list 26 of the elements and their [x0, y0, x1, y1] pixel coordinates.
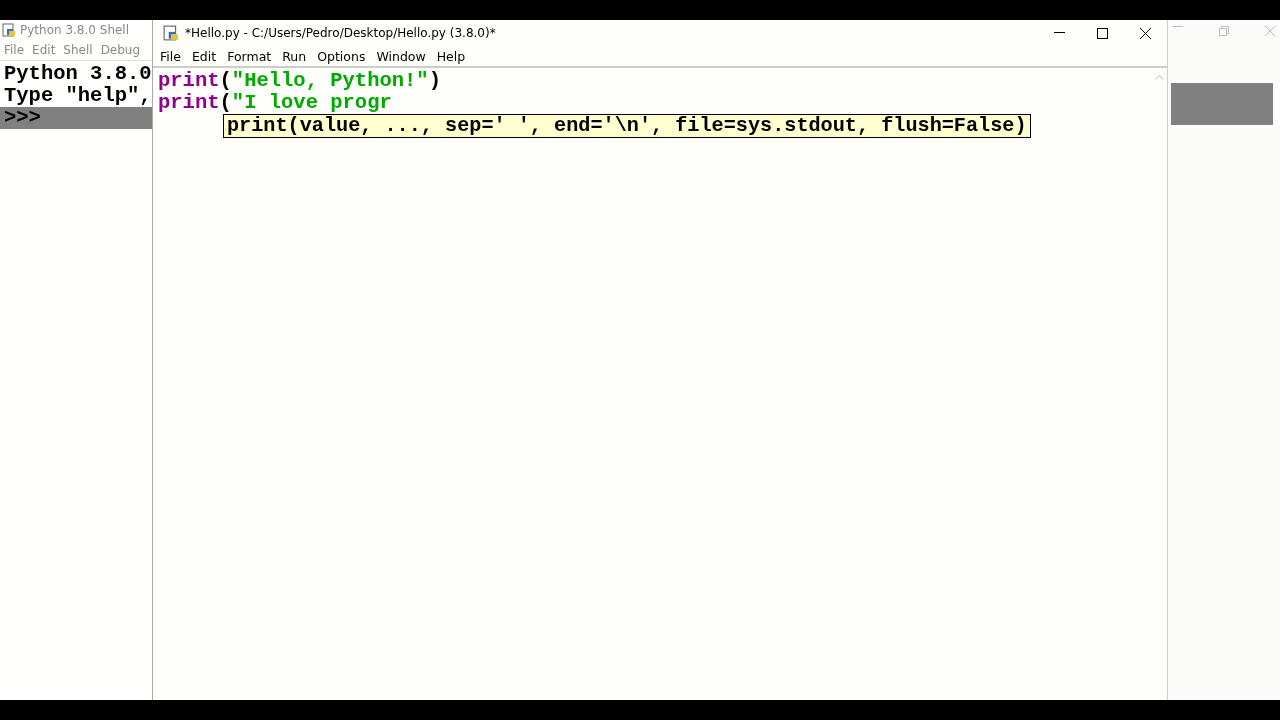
menu-item[interactable]: File — [155, 48, 187, 64]
maximize-icon[interactable] — [1097, 27, 1108, 39]
menu-item[interactable]: Shell — [59, 43, 97, 57]
menu-item[interactable]: Window — [371, 48, 432, 64]
minimize-icon[interactable] — [1054, 32, 1065, 34]
menu-item[interactable]: Edit — [28, 43, 60, 57]
calltip-tooltip: print(value, ..., sep=' ', end='\n', file=sys.stdout, flush=False) — [223, 114, 1031, 138]
window-title: Python 3.8.0 Shell — [20, 23, 130, 37]
close-icon[interactable] — [1140, 27, 1151, 39]
shell-prompt: >>> — [4, 106, 41, 129]
code-editor[interactable]: print("Hello, Python!") print("I love progr print(value, ..., sep=' ', end='\n', file=sys.stdout, flush=False) — [153, 68, 1151, 700]
menu-item[interactable]: Debug — [96, 43, 145, 57]
menu-item[interactable]: Edit — [186, 48, 223, 64]
shell-output-line: Type "help", — [4, 85, 153, 107]
menu-item[interactable]: File — [0, 43, 29, 57]
scroll-up-icon[interactable] — [1154, 74, 1164, 80]
code-line: print("I love progr — [158, 92, 393, 114]
restore-icon[interactable] — [1219, 26, 1229, 36]
menu-item[interactable]: Format — [222, 48, 278, 64]
shell-output-line: Python 3.8.0 — [4, 63, 153, 85]
window-title: *Hello.py - C:/Users/Pedro/Desktop/Hello.py (3.8.0)* — [185, 26, 496, 40]
python-file-icon — [163, 25, 179, 41]
menu-item[interactable]: Help — [431, 48, 472, 64]
menu-item[interactable]: Options — [312, 48, 372, 64]
menu-item[interactable]: Run — [277, 48, 313, 64]
code-line: print("Hello, Python!") — [158, 70, 442, 92]
